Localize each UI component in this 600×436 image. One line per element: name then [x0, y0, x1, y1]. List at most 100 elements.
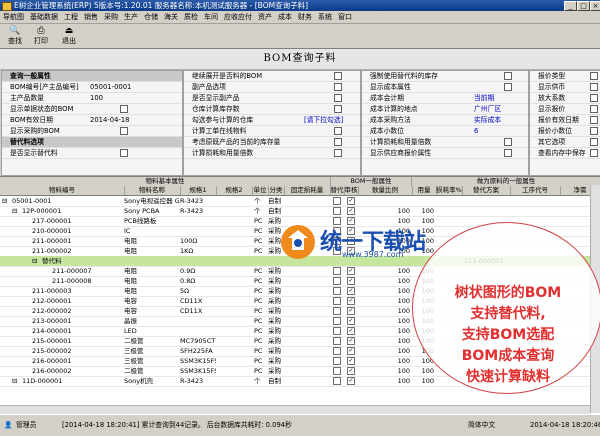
- approved-checkbox[interactable]: ✓: [347, 377, 355, 385]
- tree-toggle-icon[interactable]: [22, 226, 30, 236]
- approved-checkbox[interactable]: ✓: [347, 267, 355, 275]
- option-checkbox[interactable]: [120, 127, 128, 135]
- menu-item[interactable]: 成本: [275, 11, 295, 23]
- approved-checkbox[interactable]: ✓: [347, 287, 355, 295]
- tree-toggle-icon[interactable]: [22, 236, 30, 246]
- substitute-checkbox[interactable]: [333, 357, 341, 365]
- close-button[interactable]: ×: [590, 1, 600, 11]
- substitute-checkbox[interactable]: [333, 207, 341, 215]
- approved-checkbox[interactable]: ✓: [347, 197, 355, 205]
- option-value[interactable]: 2014-04-18: [90, 115, 130, 125]
- substitute-checkbox[interactable]: [333, 337, 341, 345]
- tree-toggle-icon[interactable]: [22, 356, 30, 366]
- option-value[interactable]: 广州厂区: [474, 104, 501, 114]
- approved-checkbox[interactable]: ✓: [347, 357, 355, 365]
- tree-toggle-icon[interactable]: [22, 246, 30, 256]
- approved-checkbox[interactable]: ✓: [347, 277, 355, 285]
- option-checkbox[interactable]: [334, 127, 342, 135]
- exit-button[interactable]: ⏏ 退出: [57, 26, 81, 46]
- tree-toggle-icon[interactable]: [22, 326, 30, 336]
- substitute-checkbox[interactable]: [333, 267, 341, 275]
- approved-checkbox[interactable]: ✓: [347, 367, 355, 375]
- column-header[interactable]: 替代方案: [462, 186, 511, 195]
- column-header[interactable]: 固定损耗量: [284, 186, 331, 195]
- menu-item[interactable]: 导航图: [0, 11, 27, 23]
- menu-item[interactable]: 基础数据: [27, 11, 61, 23]
- maximize-button[interactable]: □: [577, 1, 590, 11]
- menu-item[interactable]: 海关: [161, 11, 181, 23]
- column-header[interactable]: 物料编号: [0, 186, 125, 195]
- option-checkbox[interactable]: [334, 72, 342, 80]
- substitute-checkbox[interactable]: [333, 347, 341, 355]
- substitute-checkbox[interactable]: [333, 377, 341, 385]
- column-header[interactable]: 分类: [268, 186, 285, 195]
- option-checkbox[interactable]: [504, 72, 512, 80]
- menu-item[interactable]: 财务: [295, 11, 315, 23]
- option-checkbox[interactable]: [504, 149, 512, 157]
- option-checkbox[interactable]: [590, 105, 598, 113]
- option-checkbox[interactable]: [590, 138, 598, 146]
- tree-toggle-icon[interactable]: [42, 266, 50, 276]
- column-header[interactable]: 规格1: [180, 186, 217, 195]
- minimize-button[interactable]: _: [564, 1, 577, 11]
- column-header[interactable]: 数量比例: [358, 186, 413, 195]
- tree-toggle-icon[interactable]: [22, 286, 30, 296]
- substitute-checkbox[interactable]: [333, 307, 341, 315]
- column-header[interactable]: 规格2: [216, 186, 253, 195]
- tree-toggle-icon[interactable]: [22, 336, 30, 346]
- column-header[interactable]: 损耗率%: [436, 186, 463, 195]
- approved-checkbox[interactable]: ✓: [347, 297, 355, 305]
- column-header[interactable]: 物料名称: [124, 186, 181, 195]
- option-checkbox[interactable]: [590, 72, 598, 80]
- option-value[interactable]: 05001-0001: [90, 82, 131, 92]
- option-checkbox[interactable]: [590, 94, 598, 102]
- option-checkbox[interactable]: [504, 83, 512, 91]
- column-header[interactable]: 工序代号: [510, 186, 561, 195]
- substitute-checkbox[interactable]: [333, 287, 341, 295]
- menu-item[interactable]: 生产: [121, 11, 141, 23]
- horizontal-scrollbar[interactable]: [0, 405, 590, 414]
- substitute-checkbox[interactable]: [333, 367, 341, 375]
- tree-toggle-icon[interactable]: ⊟: [12, 376, 20, 386]
- substitute-checkbox[interactable]: [333, 327, 341, 335]
- tree-toggle-icon[interactable]: [22, 306, 30, 316]
- column-header[interactable]: 用量: [412, 186, 437, 195]
- tree-toggle-icon[interactable]: [22, 366, 30, 376]
- menu-item[interactable]: 系统: [315, 11, 335, 23]
- menu-item[interactable]: 应收应付: [221, 11, 255, 23]
- option-checkbox[interactable]: [120, 105, 128, 113]
- tree-toggle-icon[interactable]: [22, 216, 30, 226]
- menu-item[interactable]: 仓储: [141, 11, 161, 23]
- option-checkbox[interactable]: [590, 149, 598, 157]
- menu-item[interactable]: 资产: [255, 11, 275, 23]
- option-checkbox[interactable]: [334, 105, 342, 113]
- option-checkbox[interactable]: [590, 83, 598, 91]
- tree-toggle-icon[interactable]: [22, 346, 30, 356]
- tree-toggle-icon[interactable]: [22, 316, 30, 326]
- substitute-checkbox[interactable]: [333, 317, 341, 325]
- option-checkbox[interactable]: [590, 116, 598, 124]
- approved-checkbox[interactable]: ✓: [347, 327, 355, 335]
- tree-toggle-icon[interactable]: ⊟: [32, 256, 40, 266]
- approved-checkbox[interactable]: ✓: [347, 337, 355, 345]
- option-value[interactable]: 实际成本: [474, 115, 501, 125]
- option-checkbox[interactable]: [334, 138, 342, 146]
- option-value[interactable]: 当前期: [474, 93, 494, 103]
- column-header[interactable]: 审核: [344, 186, 359, 195]
- approved-checkbox[interactable]: ✓: [347, 207, 355, 215]
- print-button[interactable]: ⎙ 打印: [29, 26, 53, 46]
- option-value[interactable]: 100: [90, 93, 103, 103]
- substitute-checkbox[interactable]: [333, 297, 341, 305]
- column-header[interactable]: 单位: [252, 186, 269, 195]
- option-checkbox[interactable]: [334, 83, 342, 91]
- menu-item[interactable]: 窗口: [335, 11, 355, 23]
- option-value[interactable]: 6: [474, 126, 478, 136]
- tree-toggle-icon[interactable]: ⊟: [2, 196, 10, 206]
- tree-toggle-icon[interactable]: [22, 296, 30, 306]
- substitute-checkbox[interactable]: [333, 197, 341, 205]
- option-value[interactable]: [请下拉勾选]: [304, 115, 343, 125]
- option-checkbox[interactable]: [590, 127, 598, 135]
- column-header[interactable]: 替代: [330, 186, 345, 195]
- option-checkbox[interactable]: [334, 94, 342, 102]
- substitute-checkbox[interactable]: [333, 277, 341, 285]
